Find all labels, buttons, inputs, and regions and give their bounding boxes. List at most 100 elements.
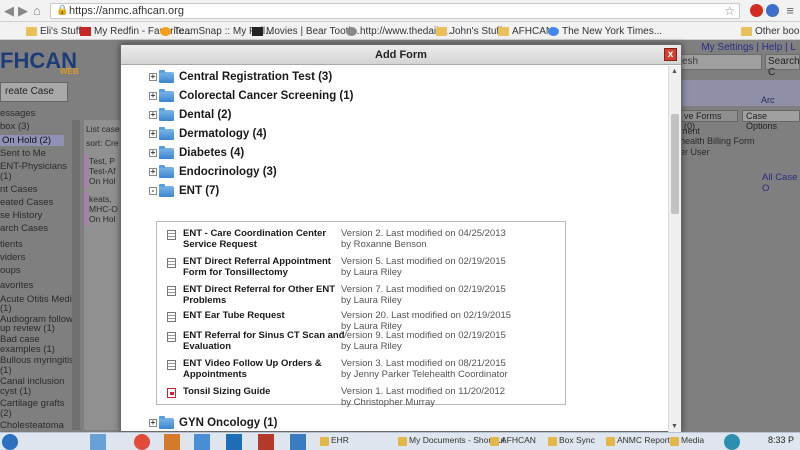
form-name[interactable]: ENT Ear Tube Request	[183, 310, 353, 321]
sidebar-item[interactable]: (1)	[0, 365, 12, 376]
case-list-text[interactable]: Test, P	[89, 156, 123, 166]
archive-tab[interactable]	[680, 80, 800, 106]
scroll-down-icon[interactable]: ▼	[671, 423, 678, 430]
start-button-icon[interactable]	[2, 434, 18, 450]
form-name[interactable]: ENT - Care Coordination Center Service R…	[183, 228, 353, 250]
sidebar-item[interactable]: cyst (1)	[0, 386, 31, 397]
form-name[interactable]: ENT Direct Referral for Other ENT Proble…	[183, 284, 353, 306]
sidebar-item[interactable]: oups	[0, 265, 21, 276]
bookmark-item[interactable]: AFHCAN	[498, 24, 553, 38]
sidebar-scrollbar[interactable]	[72, 120, 80, 430]
extension-icon[interactable]	[766, 4, 779, 17]
taskbar-app[interactable]: ANMC Reports	[606, 435, 674, 449]
expand-icon[interactable]: +	[149, 168, 157, 176]
form-meta: Version 1. Last modified on 11/20/2012 by…	[341, 386, 561, 408]
sidebar-item[interactable]: se History	[0, 210, 42, 221]
sidebar-item[interactable]: arch Cases	[0, 223, 48, 234]
bookmark-star-icon[interactable]: ☆	[724, 4, 735, 18]
bookmark-item[interactable]: John's Stuff	[436, 24, 502, 38]
taskbar-app[interactable]: Media	[670, 435, 704, 449]
create-case-button[interactable]: reate Case	[0, 82, 68, 102]
search-button[interactable]: Search C	[765, 54, 800, 78]
form-name[interactable]: ENT Direct Referral Appointment Form for…	[183, 256, 353, 278]
taskbar-app[interactable]: Box Sync	[548, 435, 595, 449]
bookmark-item[interactable]: The New York Times...	[548, 24, 662, 38]
case-option-item[interactable]: ment	[680, 126, 700, 136]
form-name[interactable]: ENT Referral for Sinus CT Scan and Evalu…	[183, 330, 353, 352]
taskbar-icon[interactable]	[194, 434, 210, 450]
globe-icon	[346, 26, 357, 36]
sidebar-item[interactable]: nt Cases	[0, 184, 38, 195]
category-row[interactable]: + Central Registration Test (3)	[149, 69, 332, 85]
sidebar-item[interactable]: up review (1)	[0, 323, 55, 334]
tab-forms[interactable]: ve Forms (0)	[680, 110, 738, 131]
sidebar-item[interactable]: (1)	[0, 171, 12, 182]
sidebar-item[interactable]: (2)	[0, 408, 12, 419]
taskbar-icon[interactable]	[90, 434, 106, 450]
sidebar-item[interactable]: (1)	[0, 303, 12, 314]
bookmark-item[interactable]: Eli's Stuff	[26, 24, 81, 38]
taskbar-app[interactable]: AFHCAN	[490, 435, 536, 449]
close-icon[interactable]: x	[664, 48, 677, 61]
collapse-icon[interactable]: -	[149, 187, 157, 195]
category-row[interactable]: + Dental (2)	[149, 107, 231, 123]
sidebar-item[interactable]: avorites	[0, 280, 33, 291]
expand-icon[interactable]: +	[149, 149, 157, 157]
chrome-icon[interactable]	[134, 434, 150, 450]
form-name[interactable]: Tonsil Sizing Guide	[183, 386, 353, 397]
search-input[interactable]: esh	[678, 54, 762, 70]
folder-icon	[159, 107, 174, 121]
sidebar-item[interactable]: viders	[0, 252, 25, 263]
taskbar-app[interactable]: My Documents - Shortcut	[398, 435, 505, 449]
category-row[interactable]: + GYN Oncology (1)	[149, 415, 277, 431]
expand-icon[interactable]: +	[149, 73, 157, 81]
sidebar-item[interactable]: On Hold (2)	[0, 135, 64, 146]
sort-control[interactable]: sort: Cre	[86, 138, 120, 148]
expand-icon[interactable]: +	[149, 92, 157, 100]
sidebar-item[interactable]: eated Cases	[0, 197, 53, 208]
all-case-options-link[interactable]: All Case O	[762, 172, 800, 194]
back-icon[interactable]: ◀	[4, 3, 14, 19]
category-row[interactable]: + Diabetes (4)	[149, 145, 244, 161]
taskbar-app[interactable]: EHR	[320, 435, 349, 449]
category-row[interactable]: + Dermatology (4)	[149, 126, 267, 142]
case-list-text[interactable]: Test-Af	[89, 166, 123, 176]
forward-icon[interactable]: ▶	[18, 3, 28, 19]
case-option-item[interactable]: er User	[680, 147, 710, 157]
category-row[interactable]: + Colorectal Cancer Screening (1)	[149, 88, 353, 104]
dialog-scrollbar[interactable]: ▲ ▼	[668, 66, 681, 432]
sidebar-item[interactable]: Sent to Me	[0, 148, 46, 159]
case-option-item[interactable]: health Billing Form	[680, 136, 755, 146]
top-links[interactable]: My Settings | Help | L	[701, 42, 796, 53]
tab-case-options[interactable]: Case Options	[742, 110, 800, 131]
scroll-up-icon[interactable]: ▲	[671, 68, 678, 75]
browser-menu-icon[interactable]: ≡	[786, 3, 794, 18]
outlook-icon[interactable]	[226, 434, 242, 450]
expand-icon[interactable]: +	[149, 419, 157, 427]
sidebar-item[interactable]: essages	[0, 108, 35, 119]
sidebar-item[interactable]: examples (1)	[0, 344, 55, 355]
address-bar[interactable]: 🔒 https://anmc.afhcan.org ☆	[50, 3, 740, 19]
extension-icon[interactable]	[750, 4, 763, 17]
case-list-text[interactable]: keats,	[89, 194, 123, 204]
sidebar-item[interactable]: tients	[0, 239, 23, 250]
taskbar-icon[interactable]	[724, 434, 740, 450]
form-version: Version 9. Last modified on 02/19/2015	[341, 330, 506, 341]
case-list-text[interactable]: On Hol	[89, 214, 123, 224]
taskbar-icon[interactable]	[290, 434, 306, 450]
sidebar-item[interactable]: box (3)	[0, 121, 30, 132]
taskbar-icon[interactable]	[258, 434, 274, 450]
scroll-thumb[interactable]	[671, 114, 679, 214]
home-icon[interactable]: ⌂	[33, 3, 41, 18]
expand-icon[interactable]: +	[149, 111, 157, 119]
case-list-text[interactable]: MHC-O	[89, 204, 123, 214]
form-name[interactable]: ENT Video Follow Up Orders & Appointment…	[183, 358, 353, 380]
folder-icon	[159, 88, 174, 102]
taskbar-icon[interactable]	[164, 434, 180, 450]
category-row[interactable]: - ENT (7)	[149, 183, 219, 199]
expand-icon[interactable]: +	[149, 130, 157, 138]
taskbar: EHR My Documents - Shortcut AFHCAN Box S…	[0, 432, 800, 450]
category-row[interactable]: + Endocrinology (3)	[149, 164, 277, 180]
bookmark-item[interactable]: Other book	[741, 24, 800, 38]
case-list-text[interactable]: On Hol	[89, 176, 123, 186]
